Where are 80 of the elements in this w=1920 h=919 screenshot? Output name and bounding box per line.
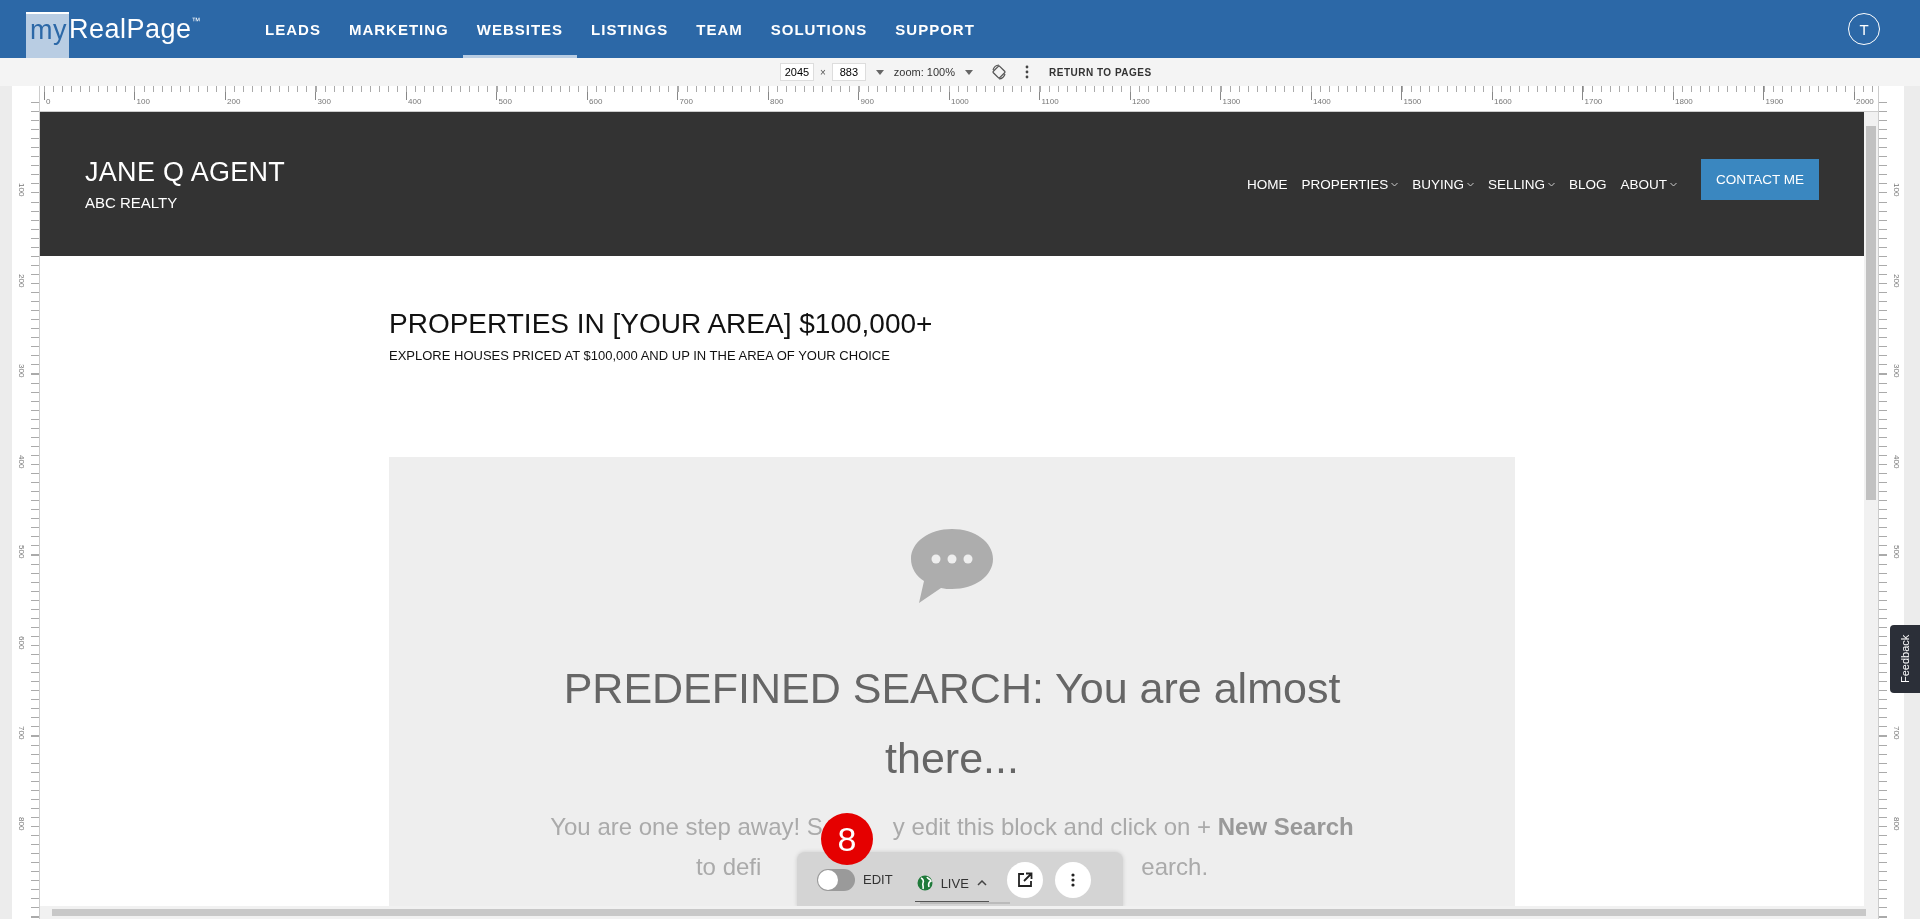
edit-toggle[interactable] [817,868,855,891]
paragraph-text: You are one step away! S [550,812,823,842]
site-tagline: ABC REALTY [85,194,179,211]
ruler-label: 300 [317,97,331,106]
ruler-label: 1400 [1313,97,1331,106]
ruler-label: 0 [46,97,51,106]
edit-label: EDIT [863,872,893,887]
caret-icon[interactable] [875,69,884,75]
times-sign: × [820,66,826,78]
zoom-dropdown[interactable]: zoom: 100% [893,66,955,78]
ruler-label: 1900 [1765,97,1784,106]
paragraph-text: earch. [1141,852,1209,882]
ruler-label: 400 [1891,454,1901,468]
contact-button[interactable]: CONTACT ME [1701,158,1819,200]
section-subtitle: EXPLORE HOUSES PRICED AT $100,000 AND UP IN THE AREA OF YOUR CHOICE [389,348,891,363]
globe-icon [916,875,933,891]
ruler-label: 100 [136,97,150,106]
open-external-button[interactable] [1006,861,1043,898]
ruler-label: 400 [408,97,422,106]
ruler-label: 300 [16,364,26,378]
ruler-label: 1100 [1041,97,1059,106]
placeholder-heading: PREDEFINED SEARCH: You are almost there... [562,663,1342,784]
ruler-label: 800 [16,816,26,830]
ruler-label: 600 [589,97,603,106]
ruler-label: 1700 [1584,97,1603,106]
ruler-label: 200 [1891,273,1901,287]
menu-item[interactable]: BLOG [1568,176,1607,192]
ruler-label: 200 [227,97,241,106]
ruler-label: 500 [498,97,512,106]
nav-tab[interactable]: LEADS [251,0,335,58]
logo[interactable]: myRealPage™ [26,0,202,58]
ruler-label: 500 [16,545,26,559]
ruler-label: 700 [1891,726,1901,740]
horizontal-scrollbar[interactable] [40,906,1878,919]
caret-icon[interactable] [965,69,973,75]
ruler-label: 900 [860,97,874,106]
ruler-label: 1600 [1494,97,1512,106]
width-field[interactable]: 2045 [780,63,814,81]
feedback-tab[interactable]: Feedback [1890,625,1920,693]
external-link-icon [1016,871,1033,888]
ruler-label: 500 [1891,545,1901,559]
nav-tab[interactable]: TEAM [682,0,757,58]
menu-item[interactable]: HOME [1246,176,1288,192]
ruler-label: 1800 [1675,97,1693,106]
ruler-label: 700 [16,726,26,740]
nav-tab[interactable]: SUPPORT [881,0,989,58]
ruler-label: 200 [16,273,26,287]
rotate-icon[interactable] [991,64,1007,80]
ruler-label: 1000 [951,97,969,106]
return-to-pages-link[interactable]: RETURN TO PAGES [1049,66,1152,78]
ruler-label: 800 [1891,816,1901,830]
chat-icon [909,527,995,605]
menu-item[interactable]: ABOUT [1620,176,1677,192]
ruler-label: 1500 [1403,97,1422,106]
site-brand[interactable]: JANE Q AGENT [85,157,286,188]
paragraph-text: to defi [695,852,762,882]
menu-item[interactable]: PROPERTIES [1301,176,1399,192]
ruler-label: 100 [16,183,26,197]
ruler-label: 1200 [1132,97,1150,106]
ruler-label: 700 [679,97,693,106]
menu-item[interactable]: SELLING [1487,176,1555,192]
ruler-label: 300 [1891,364,1901,378]
section-title: PROPERTIES IN [YOUR AREA] $100,000+ [389,308,934,340]
paragraph-text: y edit this block and click on + New Search [892,812,1354,842]
drag-handle[interactable] [920,902,1010,904]
more-icon[interactable] [1025,65,1029,79]
ruler-label: 2000 [1856,97,1874,106]
height-field[interactable]: 883 [831,63,866,81]
caret-up-icon [976,880,987,886]
ruler-label: 400 [16,454,26,468]
ruler-label: 100 [1891,183,1901,197]
vertical-scrollbar[interactable] [1864,112,1878,906]
more-icon [1070,872,1075,887]
nav-tab[interactable]: MARKETING [334,0,463,58]
ruler-label: 600 [16,635,26,649]
ruler-label: 800 [770,97,784,106]
ruler-label: 1300 [1222,97,1241,106]
nav-tab[interactable]: LISTINGS [577,0,683,58]
nav-tab[interactable]: SOLUTIONS [756,0,882,58]
menu-item[interactable]: BUYING [1412,176,1474,192]
